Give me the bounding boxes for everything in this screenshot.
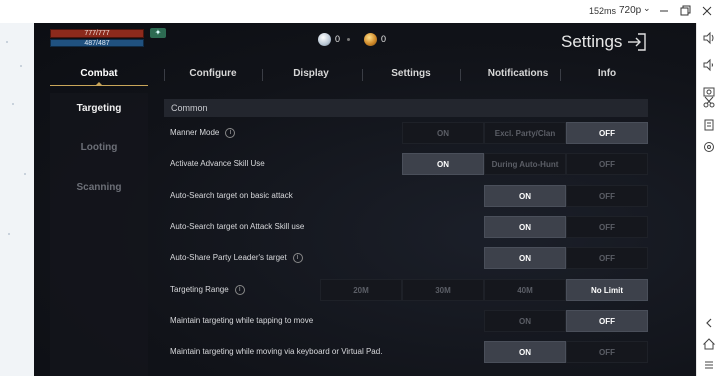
setting-label: Auto-Share Party Leader's target i — [170, 253, 303, 263]
restore-icon[interactable] — [678, 4, 692, 18]
option-button[interactable]: ON — [402, 122, 484, 144]
setting-label: Maintain targeting while tapping to move — [170, 316, 313, 325]
option-button[interactable]: OFF — [566, 185, 648, 207]
subnav-targeting[interactable]: Targeting — [50, 103, 148, 114]
option-button[interactable]: Excl. Party/Clan — [484, 122, 566, 144]
minimize-icon[interactable] — [657, 4, 671, 18]
menu-icon[interactable] — [702, 358, 716, 372]
home-icon[interactable] — [702, 337, 716, 351]
setting-label: Targeting Range i — [170, 285, 245, 295]
currency-gold: 0 — [364, 31, 386, 47]
setting-label-text: Activate Advance Skill Use — [170, 159, 265, 168]
back-icon[interactable] — [702, 316, 716, 330]
emulator-left-margin — [0, 23, 34, 376]
active-tab-caret — [95, 82, 103, 86]
setting-row: Auto-Share Party Leader's target i ON OFF — [164, 247, 648, 269]
combat-subnav: Targeting Looting Scanning — [50, 93, 148, 376]
option-button[interactable]: 20M — [320, 279, 402, 301]
option-button[interactable]: During Auto-Hunt — [484, 153, 566, 175]
hp-bar: 777/777 — [50, 29, 144, 38]
section-header-common: Common — [164, 99, 648, 117]
gold-coin-icon — [364, 32, 377, 46]
option-button[interactable]: ON — [402, 153, 484, 175]
option-button[interactable]: OFF — [566, 216, 648, 238]
setting-row: Auto-Search target on basic attack ON OFF — [164, 185, 648, 207]
option-button[interactable]: OFF — [566, 341, 648, 363]
setting-label: Manner Mode i — [170, 128, 236, 138]
option-button[interactable]: ON — [484, 216, 566, 238]
game-viewport: 777/777 487/487 ✦ 0 0 Settings Combat Co… — [34, 23, 696, 376]
option-button[interactable]: OFF — [566, 153, 648, 175]
option-button[interactable]: ON — [484, 310, 566, 332]
close-icon[interactable] — [700, 4, 714, 18]
emulator-title-bar: 152ms 720p ⌄ — [0, 0, 720, 23]
setting-label-text: Auto-Search target on Attack Skill use — [170, 222, 305, 231]
latency-readout: 152ms — [589, 6, 617, 16]
setting-label-text: Auto-Share Party Leader's target — [170, 253, 287, 263]
setting-label-text: Auto-Search target on basic attack — [170, 191, 293, 200]
option-button[interactable]: ON — [484, 341, 566, 363]
setting-label: Auto-Search target on Attack Skill use — [170, 222, 304, 231]
setting-label: Activate Advance Skill Use — [170, 159, 265, 168]
option-button[interactable]: 30M — [402, 279, 484, 301]
setting-label-text: Targeting Range — [170, 285, 229, 295]
targeting-settings: Common Manner Mode i ON Excl. Party/Clan OFF… — [164, 99, 648, 376]
exit-icon[interactable] — [626, 31, 648, 53]
info-icon[interactable]: i — [225, 128, 236, 138]
resolution-select[interactable]: 720p — [619, 5, 641, 16]
setting-label: Auto-Search target on basic attack — [170, 191, 293, 200]
setting-row: Auto-Search target on Attack Skill use ON… — [164, 216, 648, 238]
option-button[interactable]: ON — [484, 247, 566, 269]
setting-label: Maintain targeting while moving via keyb… — [170, 347, 382, 356]
mp-bar: 487/487 — [50, 39, 144, 47]
setting-label-text: Maintain targeting while moving via keyb… — [170, 347, 383, 356]
info-icon[interactable]: i — [292, 253, 303, 263]
tab-settings[interactable]: Settings — [362, 65, 460, 87]
volume-up-icon[interactable] — [702, 31, 716, 45]
setting-row: Maintain targeting while tapping to move… — [164, 310, 648, 332]
settings-gear-icon[interactable] — [702, 140, 716, 154]
option-button[interactable]: No Limit — [566, 279, 648, 301]
option-button[interactable]: 40M — [484, 279, 566, 301]
buff-icon[interactable]: ✦ — [150, 28, 166, 38]
setting-row: Targeting Range i 20M 30M 40M No Limit — [164, 279, 648, 301]
option-button[interactable]: OFF — [566, 247, 648, 269]
diamond-icon — [318, 32, 331, 46]
emulator-sidebar — [696, 23, 720, 376]
chevron-down-icon[interactable]: ⌄ — [643, 3, 651, 14]
currency-diamond-count: 0 — [335, 34, 341, 44]
tab-configure[interactable]: Configure — [164, 65, 262, 87]
setting-label-text: Maintain targeting while tapping to move — [170, 316, 314, 325]
emulator-window: 152ms 720p ⌄ 777/777 487/487 ✦ 0 0 Setti… — [0, 0, 720, 376]
tab-info[interactable]: Info — [562, 65, 652, 87]
option-button[interactable]: OFF — [566, 310, 648, 332]
setting-row: Activate Advance Skill Use ON During Auto-… — [164, 153, 648, 175]
volume-down-icon[interactable] — [702, 58, 716, 72]
subnav-looting[interactable]: Looting — [50, 142, 148, 153]
tab-display[interactable]: Display — [262, 65, 360, 87]
setting-row: Maintain targeting while moving via keyb… — [164, 341, 648, 363]
subnav-scanning[interactable]: Scanning — [50, 182, 148, 193]
page-title: Settings — [561, 32, 623, 51]
setting-label-text: Manner Mode — [170, 128, 220, 138]
copy-icon[interactable] — [702, 118, 716, 132]
scissors-icon[interactable] — [702, 95, 716, 109]
option-button[interactable]: ON — [484, 185, 566, 207]
option-button[interactable]: OFF — [566, 122, 648, 144]
currency-gold-count: 0 — [381, 34, 387, 44]
settings-tabs: Combat Configure Display Settings Notifi… — [50, 65, 664, 87]
setting-row: Manner Mode i ON Excl. Party/Clan OFF — [164, 122, 648, 144]
currency-diamond: 0 — [318, 31, 340, 47]
info-icon[interactable]: i — [234, 285, 245, 295]
